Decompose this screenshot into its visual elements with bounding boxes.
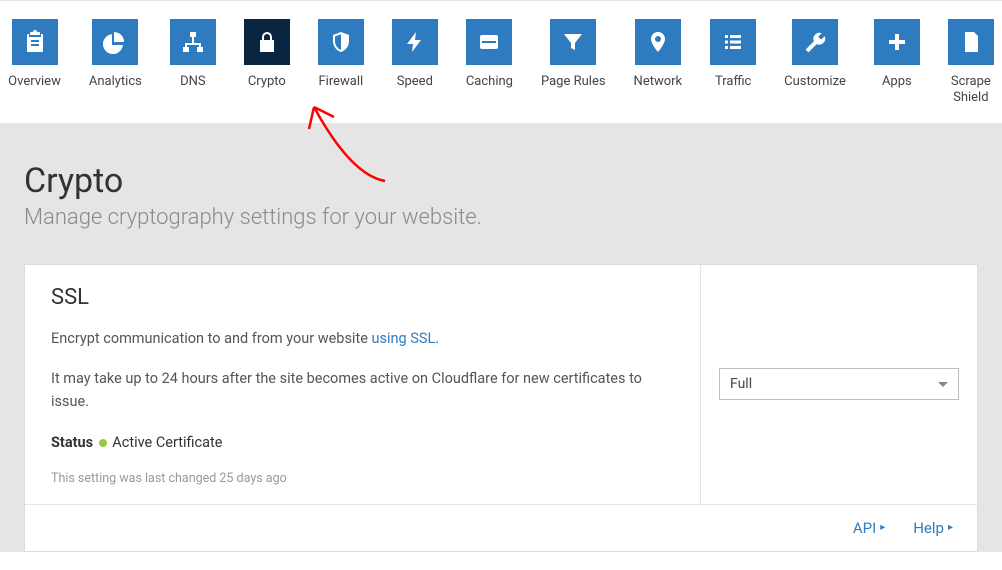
- drive-icon: [466, 19, 512, 65]
- bolt-icon: [392, 19, 438, 65]
- nav-label: Customize: [784, 74, 846, 90]
- ssl-desc-pre: Encrypt communication to and from your w…: [51, 330, 372, 347]
- nav-item-crypto[interactable]: Crypto: [244, 19, 290, 107]
- ssl-title: SSL: [51, 285, 674, 310]
- doc-icon: [948, 19, 994, 65]
- nav-label: Firewall: [319, 74, 364, 90]
- nav-item-scrape[interactable]: ScrapeShield: [948, 19, 994, 107]
- nav-label: DNS: [180, 74, 206, 90]
- help-link[interactable]: Help ▸: [913, 519, 953, 537]
- ssl-description: Encrypt communication to and from your w…: [51, 328, 674, 350]
- nav-label: Traffic: [715, 74, 751, 90]
- help-label: Help: [913, 519, 944, 537]
- nav-item-traffic[interactable]: Traffic: [710, 19, 756, 107]
- nav-label: Caching: [466, 74, 513, 90]
- plus-icon: [874, 19, 920, 65]
- top-nav: Overview Analytics DNS Crypto Firewall Speed C…: [0, 0, 1002, 123]
- content-area: Crypto Manage cryptography settings for …: [0, 123, 1002, 552]
- nav-item-caching[interactable]: Caching: [466, 19, 513, 107]
- nav-item-speed[interactable]: Speed: [392, 19, 438, 107]
- nav-item-apps[interactable]: Apps: [874, 19, 920, 107]
- status-dot-icon: [99, 439, 107, 447]
- chevron-right-icon: ▸: [948, 522, 953, 533]
- funnel-icon: [550, 19, 596, 65]
- nav-item-pagerules[interactable]: Page Rules: [541, 19, 606, 107]
- ssl-link[interactable]: using SSL: [372, 330, 436, 347]
- nav-item-firewall[interactable]: Firewall: [318, 19, 364, 107]
- chevron-right-icon: ▸: [880, 522, 885, 533]
- nav-label: Analytics: [89, 74, 142, 90]
- ssl-status: Status Active Certificate: [51, 434, 674, 451]
- ssl-mode-select[interactable]: Full: [719, 368, 959, 400]
- ssl-mode-value: Full: [730, 376, 752, 392]
- ssl-card: SSL Encrypt communication to and from yo…: [24, 264, 978, 552]
- nav-item-dns[interactable]: DNS: [170, 19, 216, 107]
- ssl-desc-post: .: [435, 330, 439, 347]
- ssl-meta: This setting was last changed 25 days ag…: [51, 471, 674, 486]
- page-header: Crypto Manage cryptography settings for …: [0, 123, 1002, 264]
- shield-icon: [318, 19, 364, 65]
- lock-icon: [244, 19, 290, 65]
- status-label: Status: [51, 434, 93, 451]
- page-title: Crypto: [24, 161, 978, 201]
- nav-item-overview[interactable]: Overview: [8, 19, 61, 107]
- nav-label: Page Rules: [541, 74, 606, 90]
- chevron-down-icon: [938, 382, 948, 387]
- pie-icon: [92, 19, 138, 65]
- nav-label: Apps: [882, 74, 912, 90]
- nav-label: ScrapeShield: [951, 74, 991, 107]
- nav-item-analytics[interactable]: Analytics: [89, 19, 142, 107]
- list-icon: [710, 19, 756, 65]
- sitemap-icon: [170, 19, 216, 65]
- clipboard-icon: [12, 19, 58, 65]
- page-subtitle: Manage cryptography settings for your we…: [24, 205, 978, 230]
- nav-label: Overview: [8, 74, 61, 90]
- status-value: Active Certificate: [112, 434, 222, 451]
- nav-item-network[interactable]: Network: [634, 19, 683, 107]
- nav-label: Speed: [397, 74, 433, 90]
- api-link[interactable]: API ▸: [853, 519, 885, 537]
- nav-item-customize[interactable]: Customize: [784, 19, 846, 107]
- nav-label: Crypto: [248, 74, 286, 90]
- pin-icon: [635, 19, 681, 65]
- wrench-icon: [792, 19, 838, 65]
- ssl-note: It may take up to 24 hours after the sit…: [51, 367, 674, 413]
- nav-label: Network: [634, 74, 683, 90]
- api-label: API: [853, 519, 876, 537]
